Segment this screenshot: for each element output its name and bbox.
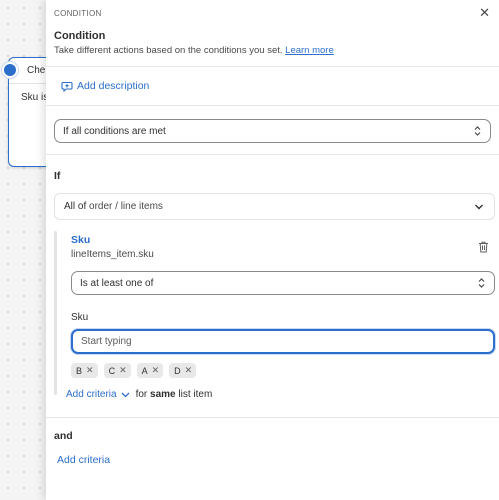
sku-tag: C ✕ xyxy=(103,363,131,378)
panel-kicker: CONDITION xyxy=(54,8,102,18)
tag-label: D xyxy=(174,365,181,376)
select-chevron-icon xyxy=(474,126,481,136)
logic-select[interactable]: If all conditions are met xyxy=(54,119,491,143)
logic-section: If all conditions are met xyxy=(46,106,499,155)
add-criteria-link[interactable]: Add criteria xyxy=(57,454,110,466)
group-path: order / line items xyxy=(89,201,163,212)
remove-tag-icon[interactable]: ✕ xyxy=(152,365,160,376)
add-description-row: Add description xyxy=(46,67,499,106)
subtitle-text: Take different actions based on the cond… xyxy=(54,45,283,56)
tag-label: A xyxy=(141,365,148,376)
group-label: All of order / line items xyxy=(64,201,163,212)
sku-field-label: Sku xyxy=(71,312,89,323)
operator-select[interactable]: Is at least one of xyxy=(71,271,495,295)
condition-panel: CONDITION ✕ Condition Take different act… xyxy=(46,0,499,500)
panel-subtitle: Take different actions based on the cond… xyxy=(54,45,491,56)
remove-tag-icon[interactable]: ✕ xyxy=(119,365,127,376)
sku-tag: D ✕ xyxy=(169,363,197,378)
if-label: If xyxy=(54,170,61,182)
group-prefix: All of xyxy=(64,201,87,212)
step-status-dot xyxy=(2,62,18,78)
line-items-group[interactable]: All of order / line items xyxy=(54,193,495,220)
operator-select-value: Is at least one of xyxy=(80,277,154,289)
add-note-icon xyxy=(61,81,73,92)
learn-more-link[interactable]: Learn more xyxy=(285,45,334,56)
sku-input[interactable]: Start typing xyxy=(71,329,495,354)
add-criteria-link[interactable]: Add criteria xyxy=(66,389,117,400)
close-icon[interactable]: ✕ xyxy=(479,5,490,21)
select-chevron-icon xyxy=(478,278,485,288)
bottom-add-criteria-row: Add criteria xyxy=(46,442,499,466)
sku-input-placeholder: Start typing xyxy=(81,336,132,347)
criteria-title[interactable]: Sku xyxy=(71,231,495,246)
for-bold: same xyxy=(150,389,176,400)
add-criteria-row: Add criteria for same list item xyxy=(66,389,495,400)
for-suffix: list item xyxy=(178,389,213,400)
remove-tag-icon[interactable]: ✕ xyxy=(86,365,94,376)
for-prefix: for xyxy=(135,389,148,400)
sku-tag: B ✕ xyxy=(71,363,98,378)
sku-tag: A ✕ xyxy=(136,363,164,378)
logic-select-value: If all conditions are met xyxy=(63,125,166,137)
trash-icon[interactable] xyxy=(478,241,489,253)
and-label: and xyxy=(54,430,73,442)
tag-label: B xyxy=(76,365,83,376)
criteria-path: lineItems_item.sku xyxy=(71,249,154,260)
chevron-down-icon[interactable] xyxy=(121,392,130,398)
panel-title: Condition xyxy=(54,30,106,42)
panel-intro: Condition Take different actions based o… xyxy=(46,26,499,67)
tag-label: C xyxy=(108,365,116,376)
panel-header: CONDITION ✕ xyxy=(46,0,499,26)
sku-tags: B ✕ C ✕ A ✕ D ✕ xyxy=(71,363,495,378)
add-description-link[interactable]: Add description xyxy=(77,80,149,92)
remove-tag-icon[interactable]: ✕ xyxy=(185,365,193,376)
criteria-block: Sku lineItems_item.sku Is at least one o… xyxy=(54,231,495,400)
for-same-list-item: for same list item xyxy=(136,389,213,400)
chevron-down-icon xyxy=(475,204,483,209)
